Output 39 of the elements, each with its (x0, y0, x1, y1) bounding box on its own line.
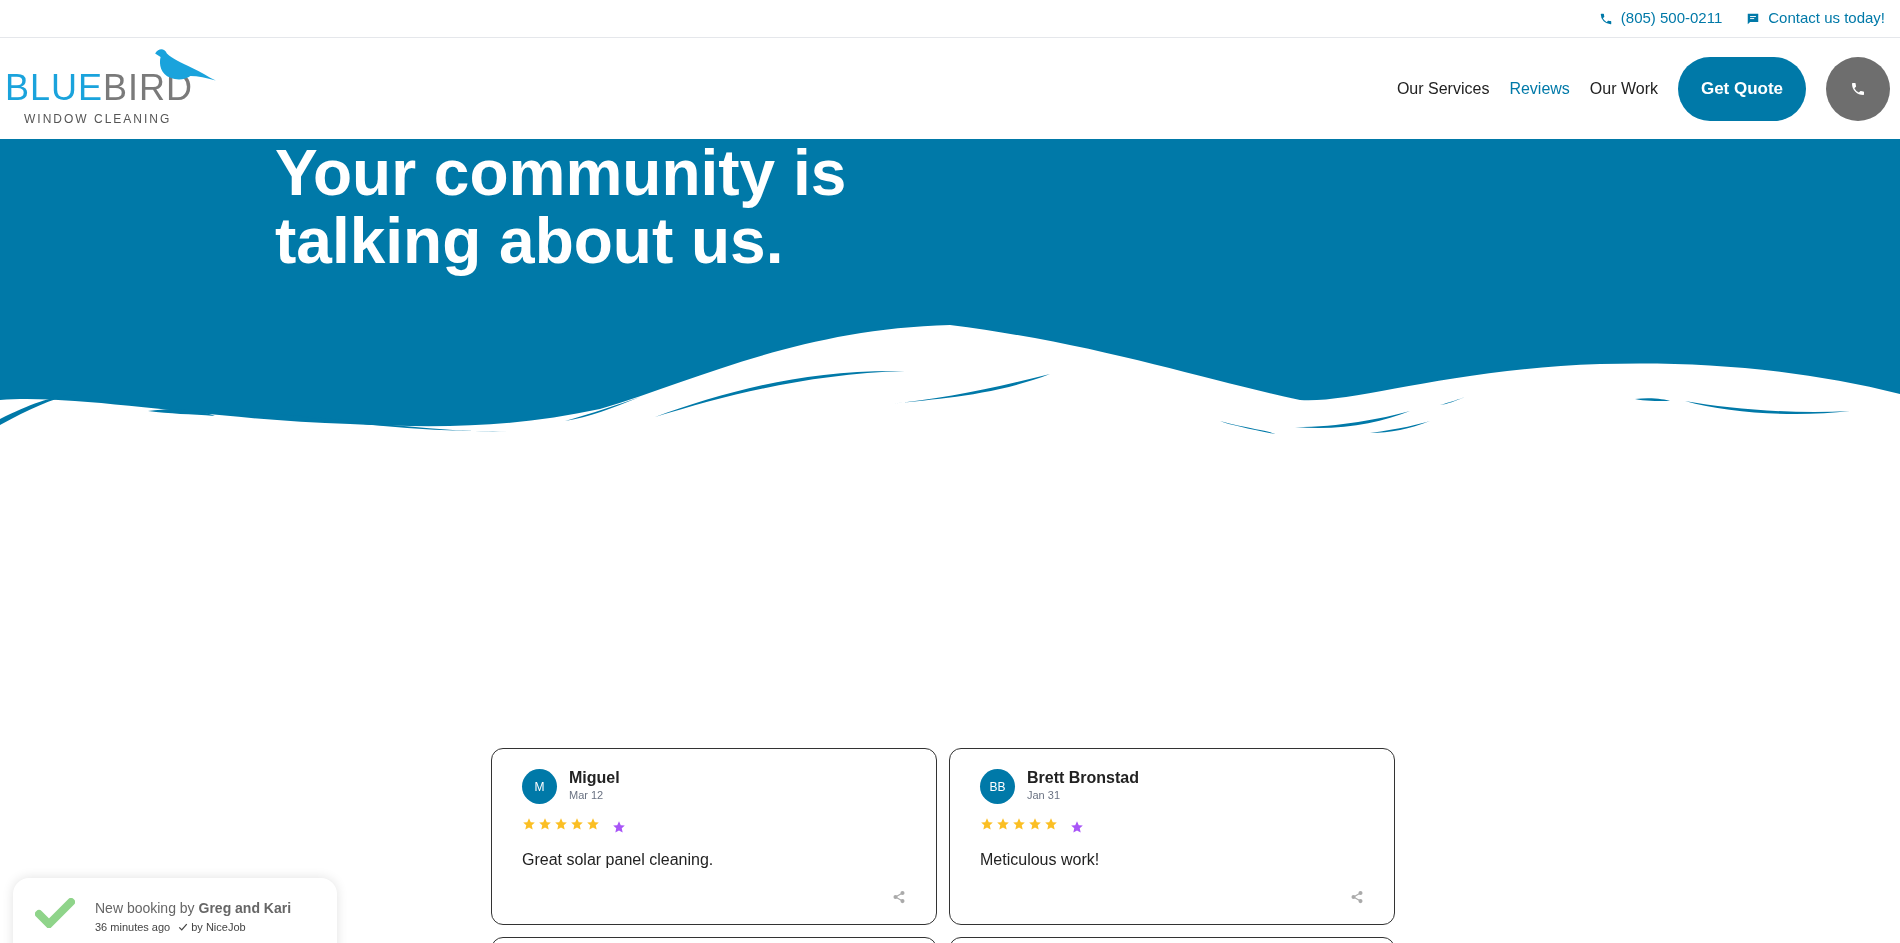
toast-message: New booking by Greg and Kari (95, 899, 292, 918)
phone-icon (1598, 11, 1613, 26)
star-icon (586, 817, 600, 831)
star-icon (1012, 817, 1026, 831)
phone-icon (1850, 80, 1866, 97)
star-icon (522, 817, 536, 831)
reviewer-name: Miguel (569, 769, 620, 788)
toast-time: 36 minutes ago (95, 920, 171, 935)
share-icon[interactable] (892, 890, 906, 904)
avatar: BB (980, 769, 1015, 804)
checkmark-icon (35, 898, 75, 928)
avatar: M (522, 769, 557, 804)
star-icon (554, 817, 568, 831)
reviewer-name: Brett Bronstad (1027, 769, 1139, 788)
review-text: Meticulous work! (980, 850, 1101, 870)
badge-star-icon (1070, 820, 1084, 834)
share-icon[interactable] (1350, 890, 1364, 904)
toast-source: by NiceJob (191, 920, 246, 935)
star-icon (538, 817, 552, 831)
contact-link[interactable]: Contact us today! (1768, 7, 1885, 30)
nav-link[interactable]: Our Services (1396, 76, 1490, 101)
check-icon (178, 922, 189, 933)
phone-link[interactable]: (805) 500-0211 (1620, 7, 1723, 30)
star-icon (1028, 817, 1042, 831)
nav-link[interactable]: Reviews (1509, 76, 1570, 101)
review-text: Great solar panel cleaning. (522, 850, 715, 870)
nav-link[interactable]: Our Work (1589, 76, 1658, 101)
chat-icon (1746, 11, 1761, 26)
badge-star-icon (612, 820, 626, 834)
review-date: Mar 12 (569, 788, 605, 804)
logo-tagline: WINDOW CLEANING (23, 110, 173, 128)
brand-name: BLUE (5, 69, 104, 106)
star-icon (570, 817, 584, 831)
hero-title: Your community is talking about us. (275, 139, 848, 275)
star-icon (996, 817, 1010, 831)
star-icon (980, 817, 994, 831)
star-icon (1044, 817, 1058, 831)
get-quote-button[interactable]: Get Quote (1678, 56, 1806, 121)
review-date: Jan 31 (1027, 788, 1062, 804)
